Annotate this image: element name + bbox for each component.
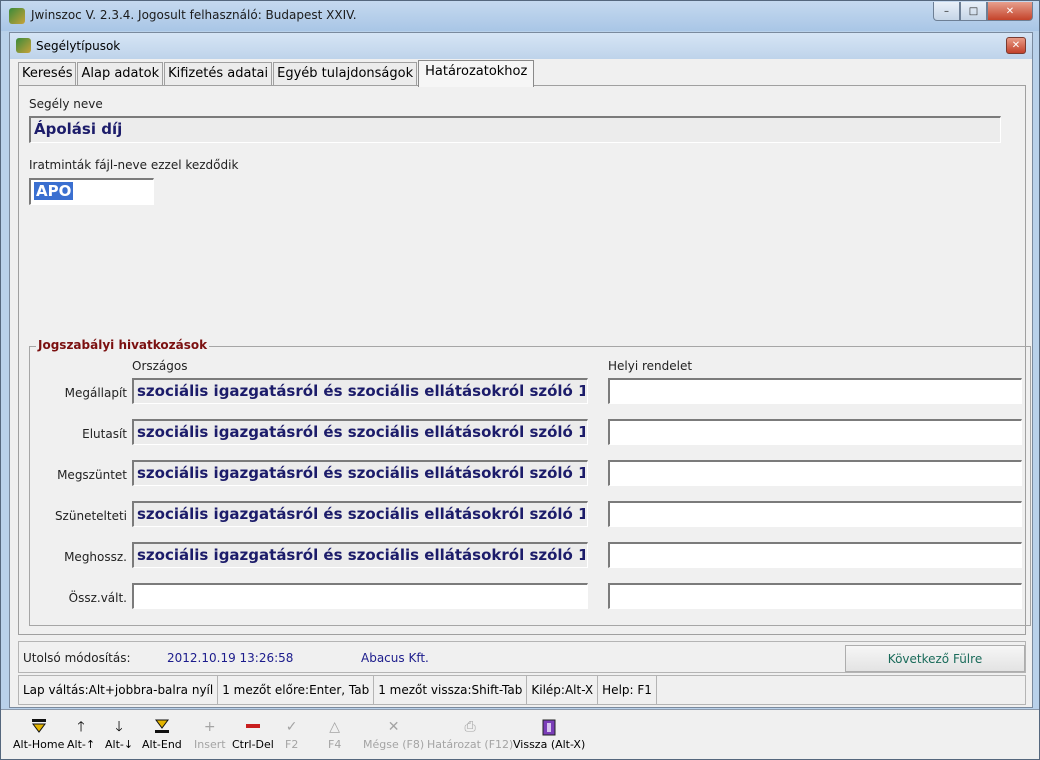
cancel-button[interactable]: ✕ Mégse (F8)	[363, 718, 424, 751]
next-record-button[interactable]: 🡓 Alt-↓	[105, 718, 133, 751]
local-field[interactable]	[608, 378, 1022, 404]
hint-item: 1 mezőt vissza:Shift-Tab	[374, 676, 528, 704]
child-close-button[interactable]: ✕	[1006, 37, 1026, 54]
prev-record-button[interactable]: 🡑 Alt-↑	[67, 718, 95, 751]
check-icon: ✓	[285, 719, 298, 735]
national-field[interactable]: szociális igazgatásról és szociális ellá…	[132, 460, 588, 486]
col-local-header: Helyi rendelet	[608, 359, 693, 373]
row-label: Megállapít	[64, 386, 127, 400]
minus-icon	[232, 718, 274, 736]
tab-hatarozatokhoz[interactable]: Határozatokhoz	[418, 60, 535, 87]
prefix-value: APO	[34, 182, 74, 200]
child-logo-icon	[16, 38, 31, 53]
up-icon: 🡑	[77, 719, 85, 735]
child-window: Segélytípusok ✕ Keresés Alap adatok Kifi…	[9, 32, 1033, 708]
window-title: Jwinszoc V. 2.3.4. Jogosult felhasználó:…	[31, 8, 357, 22]
first-record-button[interactable]: Alt-Home	[13, 718, 64, 751]
tab-panel: Segély neve Ápolási díj Iratminták fájl-…	[18, 85, 1031, 635]
first-icon	[13, 718, 64, 736]
tab-kifizetes-adatai[interactable]: Kifizetés adatai	[164, 62, 273, 86]
app-window: Jwinszoc V. 2.3.4. Jogosult felhasználó:…	[0, 0, 1040, 760]
delete-button[interactable]: Ctrl-Del	[232, 718, 274, 751]
modification-info: Utolsó módosítás: 2012.10.19 13:26:58 Ab…	[18, 641, 1026, 673]
f4-button[interactable]: △ F4	[328, 718, 341, 751]
group-title: Jogszabályi hivatkozások	[36, 338, 210, 352]
last-mod-value: 2012.10.19 13:26:58	[167, 651, 294, 665]
row-label: Elutasít	[82, 427, 127, 441]
down-icon: 🡓	[115, 719, 123, 735]
national-field[interactable]	[132, 583, 588, 609]
last-mod-label: Utolsó módosítás:	[23, 651, 131, 665]
close-button[interactable]: ✕	[987, 2, 1033, 21]
app-logo-icon	[9, 8, 25, 24]
name-label: Segély neve	[29, 97, 103, 111]
row-label: Össz.vált.	[68, 591, 127, 605]
save-button[interactable]: ✓ F2	[285, 718, 298, 751]
x-icon: ✕	[387, 719, 400, 735]
decision-print-button[interactable]: ⎙ Határozat (F12)	[427, 718, 513, 751]
local-field[interactable]	[608, 419, 1022, 445]
tab-alap-adatok[interactable]: Alap adatok	[77, 62, 164, 86]
child-title: Segélytípusok	[36, 39, 121, 53]
exit-icon	[513, 718, 585, 736]
national-field[interactable]: szociális igazgatásról és szociális ellá…	[132, 419, 588, 445]
triangle-icon: △	[329, 719, 341, 735]
name-value: Ápolási díj	[34, 120, 123, 138]
legal-references-group: Jogszabályi hivatkozások Országos Helyi …	[29, 338, 1031, 626]
printer-icon: ⎙	[464, 719, 476, 735]
national-field[interactable]: szociális igazgatásról és szociális ellá…	[132, 542, 588, 568]
prefix-label: Iratminták fájl-neve ezzel kezdődik	[29, 158, 239, 172]
name-field[interactable]: Ápolási díj	[29, 116, 1001, 143]
local-field[interactable]	[608, 501, 1022, 527]
insert-button[interactable]: + Insert	[194, 718, 226, 751]
hint-item: Lap váltás:Alt+jobbra-balra nyíl	[19, 676, 219, 704]
local-field[interactable]	[608, 460, 1022, 486]
row-label: Szünetelteti	[54, 509, 127, 523]
hint-item: Kilép:Alt-X	[527, 676, 599, 704]
local-field[interactable]	[608, 542, 1022, 568]
col-national-header: Országos	[132, 359, 188, 373]
local-field[interactable]	[608, 583, 1022, 609]
bottom-toolbar: Alt-Home 🡑 Alt-↑ 🡓 Alt-↓ Alt-End + Inser…	[1, 709, 1039, 759]
tab-strip: Keresés Alap adatok Kifizetés adatai Egy…	[18, 60, 535, 87]
last-record-button[interactable]: Alt-End	[142, 718, 182, 751]
minimize-button[interactable]: –	[933, 2, 960, 21]
row-label: Megszüntet	[57, 468, 127, 482]
row-label: Meghossz.	[64, 550, 127, 564]
last-icon	[142, 718, 182, 736]
prefix-input[interactable]: APO	[29, 178, 154, 205]
child-title-bar: Segélytípusok ✕	[10, 33, 1032, 59]
tab-egyeb-tulajdonsagok[interactable]: Egyéb tulajdonságok	[273, 62, 418, 86]
national-field[interactable]: szociális igazgatásról és szociális ellá…	[132, 378, 588, 404]
keyboard-hints: Lap váltás:Alt+jobbra-balra nyíl 1 mezőt…	[18, 675, 1026, 705]
maximize-button[interactable]: □	[960, 2, 987, 21]
exit-button[interactable]: Vissza (Alt-X)	[513, 718, 585, 751]
hint-item: Help: F1	[598, 676, 657, 704]
author-value: Abacus Kft.	[361, 651, 429, 665]
hint-item: 1 mezőt előre:Enter, Tab	[218, 676, 375, 704]
tab-kereses[interactable]: Keresés	[18, 62, 77, 86]
title-bar: Jwinszoc V. 2.3.4. Jogosult felhasználó:…	[1, 1, 1039, 31]
national-field[interactable]: szociális igazgatásról és szociális ellá…	[132, 501, 588, 527]
plus-icon: +	[203, 719, 216, 735]
next-tab-button[interactable]: Következő Fülre	[845, 645, 1025, 672]
